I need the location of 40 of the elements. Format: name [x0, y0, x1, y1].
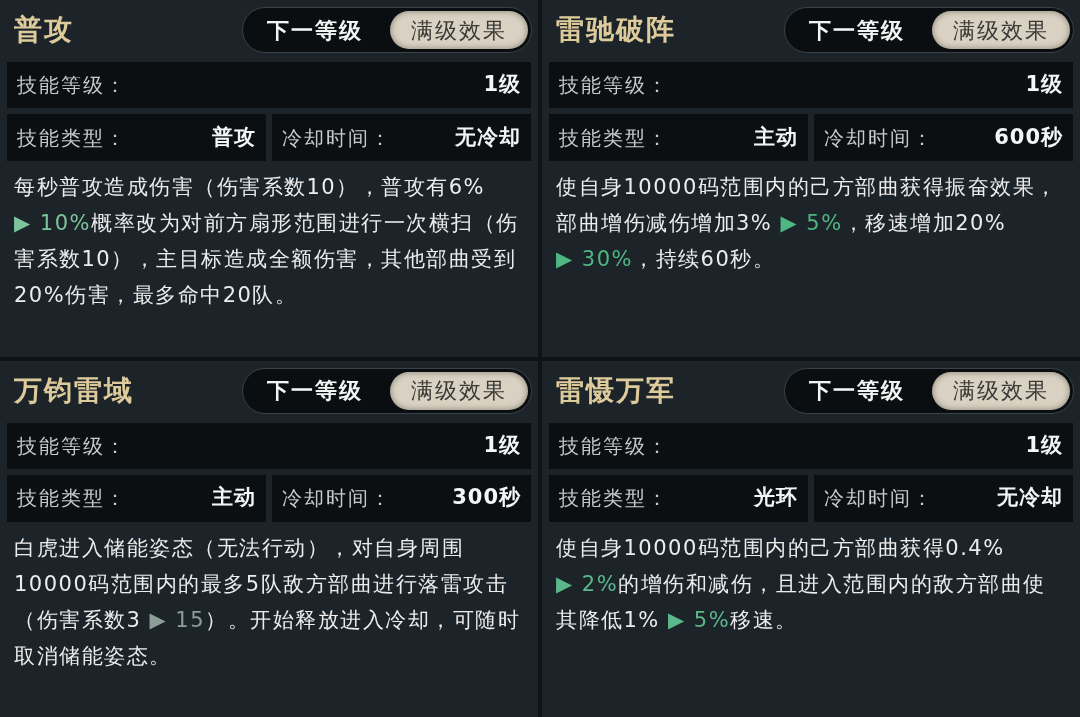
stat-label: 冷却时间：: [282, 124, 392, 152]
tab[interactable]: 下一等级: [246, 371, 384, 410]
stat-label: 技能等级：: [559, 72, 669, 99]
stat-value: 普攻: [212, 123, 256, 151]
tab[interactable]: 满级效果: [390, 11, 528, 49]
tab[interactable]: 满级效果: [932, 371, 1070, 410]
stat-label: 技能类型：: [17, 124, 127, 152]
stat-value: 1级: [483, 431, 521, 459]
skill-title: 雷驰破阵: [556, 12, 676, 48]
stat-label: 技能等级：: [559, 432, 669, 460]
stat-value: 无冷却: [997, 484, 1063, 512]
stat-value: 1级: [1025, 431, 1063, 459]
skill-title: 万钧雷域: [14, 372, 134, 409]
tab[interactable]: 满级效果: [932, 11, 1070, 49]
skill-description: 使自身10000码范围内的己方部曲获得振奋效果，部曲增伤减伤增加3% ▶ 5%，移速增加20% ▶ 30%，持续60秒。: [555, 174, 1059, 273]
stat-label: 技能类型：: [559, 124, 669, 152]
skill-description: 白虎进入储能姿态（无法行动），对自身周围10000码范围内的最多5队敌方部曲进行落雷攻击（伤害系数3 ▶ 15）。开始释放进入冷却，可随时取消储能姿态。: [13, 534, 522, 670]
stat-label: 冷却时间：: [824, 485, 934, 512]
stat-label: 技能类型：: [17, 485, 127, 512]
skill-description: 每秒普攻造成伤害（伤害系数10），普攻有6% ▶ 10%概率改为对前方扇形范围进行一次横扫（伤害系数10），主目标造成全额伤害，其他部曲受到20%伤害，最多命中20队。: [13, 174, 520, 309]
stat-label: 技能等级：: [17, 72, 127, 99]
skill-title: 普攻: [14, 12, 74, 48]
stat-value: 主动: [212, 484, 256, 512]
stat-label: 技能类型：: [559, 485, 669, 512]
stat-value: 1级: [483, 71, 521, 99]
stat-label: 冷却时间：: [824, 124, 934, 152]
stat-label: 冷却时间：: [282, 485, 392, 512]
stat-value: 无冷却: [455, 123, 521, 151]
tab[interactable]: 下一等级: [788, 11, 926, 49]
tab[interactable]: 下一等级: [788, 371, 926, 410]
stat-value: 600秒: [994, 123, 1063, 151]
stat-value: 主动: [754, 123, 798, 151]
skill-description: 使自身10000码范围内的己方部曲获得0.4% ▶ 2%的增伤和减伤，且进入范围内的敌方部曲使其降低1% ▶ 5%移速。: [555, 534, 1047, 634]
tab[interactable]: 满级效果: [390, 371, 528, 410]
stat-value: 光环: [754, 484, 798, 512]
skill-title: 雷慑万军: [556, 372, 676, 409]
stat-value: 300秒: [452, 484, 521, 512]
stat-label: 技能等级：: [17, 432, 127, 460]
stat-value: 1级: [1025, 71, 1063, 99]
tab[interactable]: 下一等级: [246, 11, 384, 49]
